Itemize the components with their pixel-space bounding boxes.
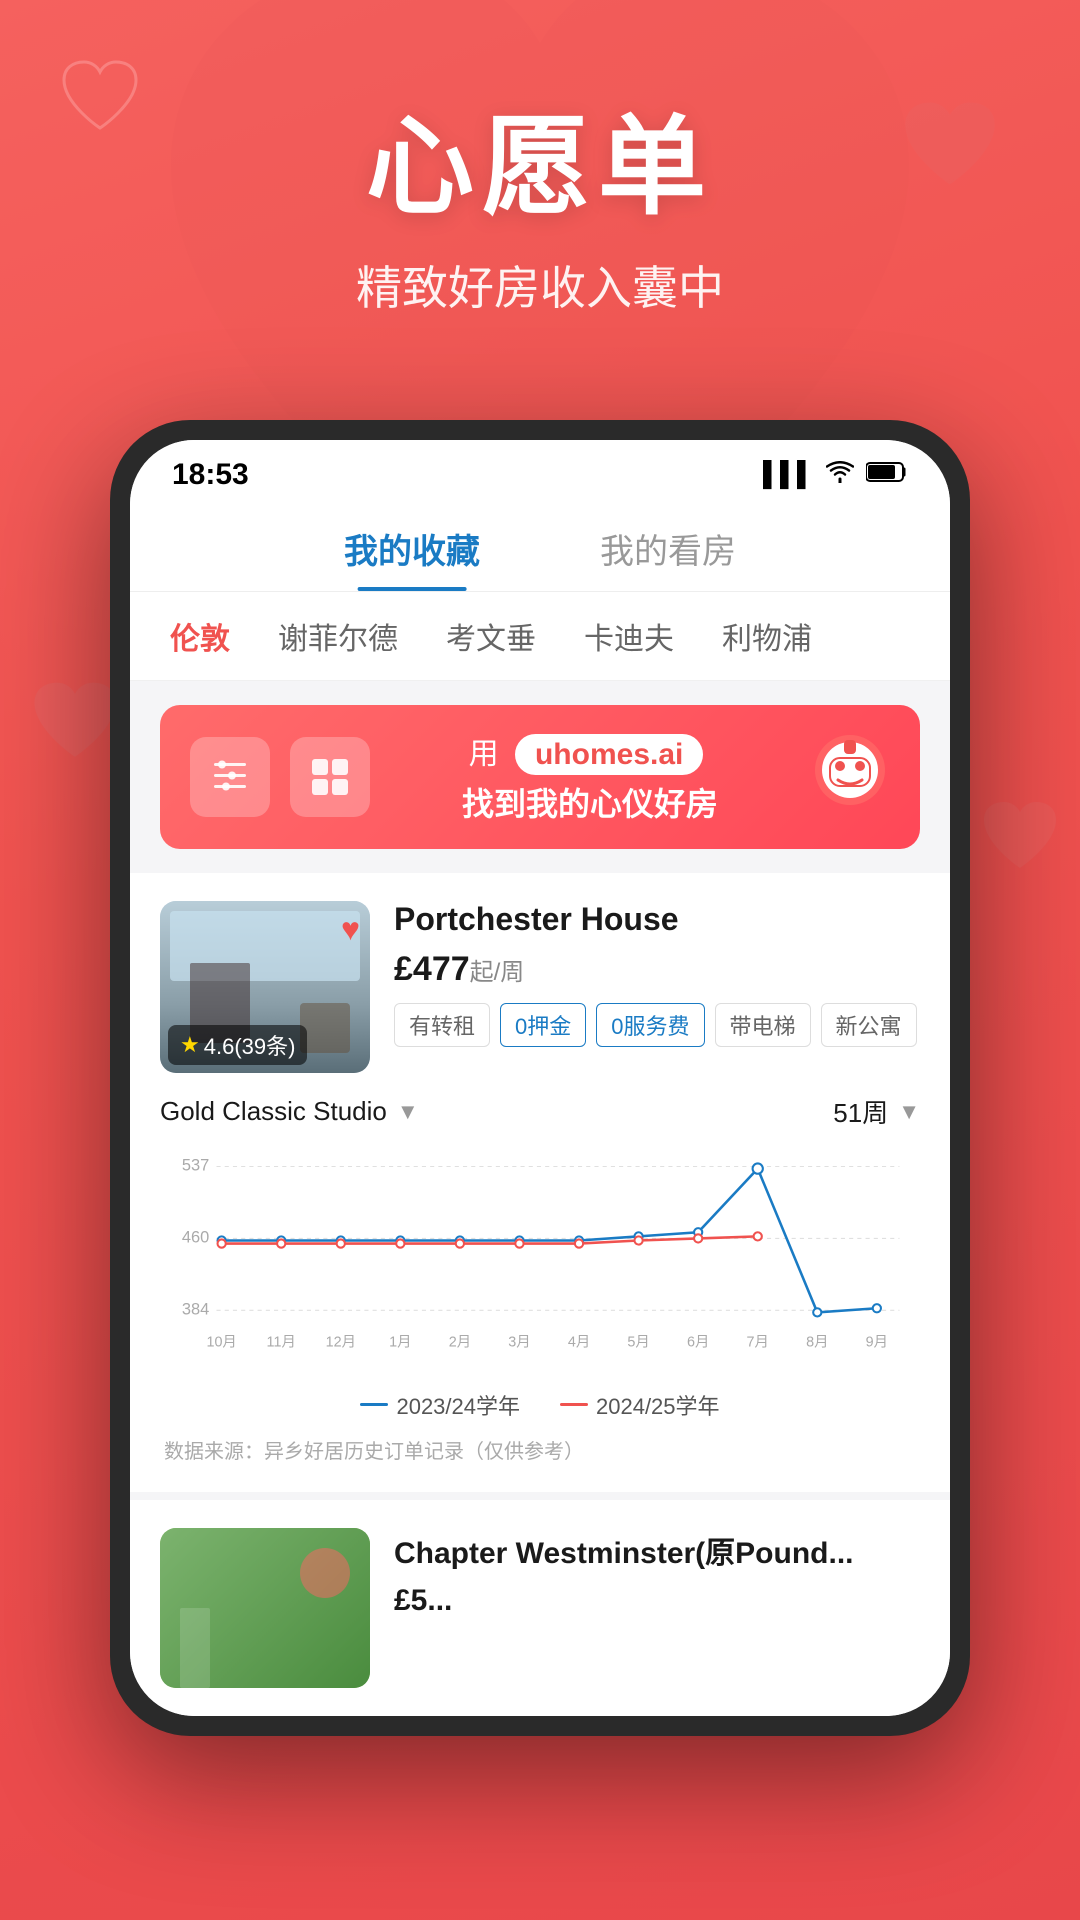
room-type-selector[interactable]: Gold Classic Studio ▼ bbox=[160, 1096, 419, 1127]
legend-item-2024: 2024/25学年 bbox=[560, 1389, 720, 1421]
svg-text:10月: 10月 bbox=[206, 1334, 236, 1350]
heart-decoration-right bbox=[980, 800, 1060, 879]
svg-text:460: 460 bbox=[182, 1229, 209, 1247]
svg-text:9月: 9月 bbox=[866, 1334, 888, 1350]
property-image-2 bbox=[160, 1528, 370, 1688]
property-info-2: Chapter Westminster(原Pound... £5... bbox=[394, 1528, 920, 1688]
svg-text:11月: 11月 bbox=[267, 1334, 296, 1350]
main-tabs: 我的收藏 我的看房 bbox=[130, 502, 950, 592]
ai-banner[interactable]: 用 uhomes.ai 找到我的心仪好房 bbox=[160, 705, 920, 849]
battery-icon bbox=[866, 461, 908, 490]
room-type-label: Gold Classic Studio bbox=[160, 1096, 387, 1127]
chart-legend: 2023/24学年 2024/25学年 bbox=[160, 1389, 920, 1421]
banner-slogan: 找到我的心仪好房 bbox=[390, 779, 790, 825]
banner-prefix: 用 bbox=[469, 738, 499, 771]
property-top-section: ♥ ★ 4.6(39条) Portchester House £477起/周 有… bbox=[160, 901, 920, 1073]
legend-label-2024: 2024/25学年 bbox=[596, 1389, 720, 1421]
property-name-2: Chapter Westminster(原Pound... bbox=[394, 1528, 920, 1572]
svg-text:8月: 8月 bbox=[806, 1334, 828, 1350]
legend-label-2023: 2023/24学年 bbox=[396, 1389, 520, 1421]
legend-item-2023: 2023/24学年 bbox=[360, 1389, 520, 1421]
svg-text:7月: 7月 bbox=[747, 1334, 769, 1350]
property-name-1: Portchester House bbox=[394, 901, 920, 938]
banner-filter-icon bbox=[190, 737, 270, 817]
svg-text:5月: 5月 bbox=[627, 1334, 649, 1350]
tag-new-apt: 新公寓 bbox=[821, 1003, 917, 1047]
favorite-heart-icon[interactable]: ♥ bbox=[341, 911, 360, 948]
svg-text:1月: 1月 bbox=[389, 1334, 411, 1350]
price-chart-section: Gold Classic Studio ▼ 51周 ▼ bbox=[160, 1093, 920, 1464]
city-cardiff[interactable]: 卡迪夫 bbox=[584, 614, 674, 658]
svg-text:384: 384 bbox=[182, 1300, 209, 1318]
page-subtitle: 精致好房收入囊中 bbox=[0, 252, 1080, 318]
status-icons: ▌▌▌ bbox=[763, 461, 908, 490]
legend-dot-red bbox=[560, 1403, 588, 1406]
svg-text:6月: 6月 bbox=[687, 1334, 709, 1350]
status-bar: 18:53 ▌▌▌ bbox=[130, 440, 950, 502]
status-time: 18:53 bbox=[172, 458, 249, 492]
legend-dot-blue bbox=[360, 1403, 388, 1406]
tag-sublet: 有转租 bbox=[394, 1003, 490, 1047]
svg-text:537: 537 bbox=[182, 1157, 209, 1175]
svg-text:3月: 3月 bbox=[508, 1334, 530, 1350]
property-image-1: ♥ ★ 4.6(39条) bbox=[160, 901, 370, 1073]
property-tags-1: 有转租 0押金 0服务费 带电梯 新公寓 bbox=[394, 1003, 920, 1047]
tag-zero-fee: 0服务费 bbox=[596, 1003, 704, 1047]
star-icon: ★ bbox=[180, 1032, 200, 1058]
tag-zero-deposit: 0押金 bbox=[500, 1003, 586, 1047]
chart-header: Gold Classic Studio ▼ 51周 ▼ bbox=[160, 1093, 920, 1130]
room-dropdown-arrow: ▼ bbox=[397, 1099, 419, 1125]
city-liverpool[interactable]: 利物浦 bbox=[722, 614, 812, 658]
phone-mockup: 18:53 ▌▌▌ bbox=[110, 420, 970, 1736]
tab-my-viewings[interactable]: 我的看房 bbox=[600, 524, 736, 591]
city-filter-row: 伦敦 谢菲尔德 考文垂 卡迪夫 利物浦 bbox=[130, 592, 950, 681]
banner-robot-icon bbox=[810, 730, 890, 825]
tab-my-collection[interactable]: 我的收藏 bbox=[344, 524, 480, 591]
heart-decoration-left bbox=[30, 680, 120, 769]
banner-text: 用 uhomes.ai 找到我的心仪好房 bbox=[390, 729, 790, 825]
signal-icon: ▌▌▌ bbox=[763, 461, 814, 489]
header-section: 心愿单 精致好房收入囊中 bbox=[0, 80, 1080, 318]
phone-outer: 18:53 ▌▌▌ bbox=[110, 420, 970, 1736]
svg-text:12月: 12月 bbox=[326, 1334, 356, 1350]
banner-domain: uhomes.ai bbox=[515, 734, 703, 775]
price-chart: 537 460 384 10月 11月 12月 1月 2月 3月 4月 5月 bbox=[160, 1146, 920, 1377]
phone-screen: 18:53 ▌▌▌ bbox=[130, 440, 950, 1716]
tag-elevator: 带电梯 bbox=[715, 1003, 811, 1047]
property-card-2[interactable]: Chapter Westminster(原Pound... £5... bbox=[130, 1500, 950, 1716]
city-sheffield[interactable]: 谢菲尔德 bbox=[278, 614, 398, 658]
city-coventry[interactable]: 考文垂 bbox=[446, 614, 536, 658]
property-card-1[interactable]: ♥ ★ 4.6(39条) Portchester House £477起/周 有… bbox=[130, 873, 950, 1492]
svg-text:4月: 4月 bbox=[568, 1334, 590, 1350]
week-dropdown-arrow: ▼ bbox=[898, 1099, 920, 1125]
page-title: 心愿单 bbox=[0, 80, 1080, 236]
week-selector[interactable]: 51周 ▼ bbox=[833, 1093, 920, 1130]
wifi-icon bbox=[826, 461, 854, 490]
banner-grid-icon bbox=[290, 737, 370, 817]
svg-text:2月: 2月 bbox=[449, 1334, 471, 1350]
property-info-1: Portchester House £477起/周 有转租 0押金 0服务费 带… bbox=[394, 901, 920, 1073]
property-price-2: £5... bbox=[394, 1584, 920, 1618]
city-london[interactable]: 伦敦 bbox=[170, 614, 230, 658]
week-label: 51周 bbox=[833, 1093, 888, 1130]
property-rating: ★ 4.6(39条) bbox=[168, 1025, 307, 1065]
chart-footnote: 数据来源：异乡好居历史订单记录（仅供参考） bbox=[160, 1435, 920, 1464]
property-price-1: £477起/周 bbox=[394, 950, 920, 989]
